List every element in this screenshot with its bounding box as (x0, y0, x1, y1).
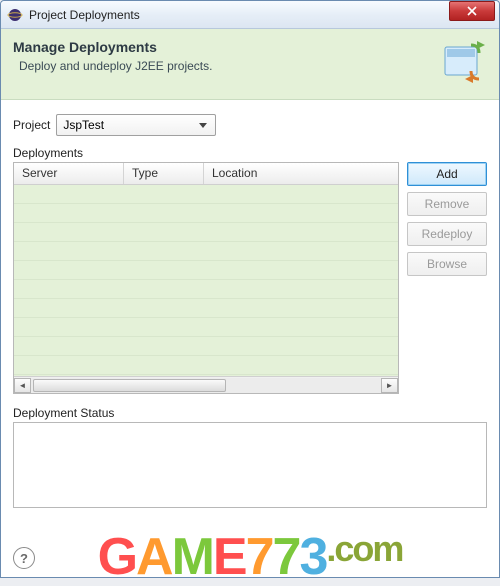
eclipse-icon (7, 7, 23, 23)
deployments-table[interactable]: Server Type Location ◄ (13, 162, 399, 394)
table-row (14, 356, 398, 375)
table-row (14, 204, 398, 223)
deployments-area: Server Type Location ◄ (13, 162, 487, 394)
horizontal-scrollbar[interactable]: ◄ ► (14, 376, 398, 393)
status-textarea[interactable] (13, 422, 487, 508)
footer: ? (13, 537, 487, 569)
action-buttons: Add Remove Redeploy Browse (407, 162, 487, 276)
scroll-right-arrow-icon[interactable]: ► (381, 378, 398, 393)
help-icon: ? (20, 551, 28, 566)
col-location[interactable]: Location (204, 163, 398, 184)
table-row (14, 337, 398, 356)
dialog-project-deployments: Project Deployments Manage Deployments D… (0, 0, 500, 578)
table-row (14, 242, 398, 261)
project-combo-value: JspTest (63, 118, 104, 132)
deployments-label: Deployments (13, 146, 487, 160)
redeploy-button[interactable]: Redeploy (407, 222, 487, 246)
chevron-down-icon (195, 117, 211, 133)
scroll-thumb[interactable] (33, 379, 226, 392)
scroll-left-arrow-icon[interactable]: ◄ (14, 378, 31, 393)
col-server[interactable]: Server (14, 163, 124, 184)
table-body[interactable] (14, 185, 398, 376)
content-area: Project JspTest Deployments Server Type … (1, 100, 499, 577)
close-button[interactable] (449, 1, 495, 21)
table-row (14, 261, 398, 280)
header-title: Manage Deployments (13, 39, 431, 55)
project-combo[interactable]: JspTest (56, 114, 216, 136)
project-row: Project JspTest (13, 114, 487, 136)
header-texts: Manage Deployments Deploy and undeploy J… (13, 39, 431, 73)
table-row (14, 280, 398, 299)
window-title: Project Deployments (29, 8, 140, 22)
table-row (14, 223, 398, 242)
project-label: Project (13, 118, 50, 132)
header-panel: Manage Deployments Deploy and undeploy J… (1, 29, 499, 100)
table-row (14, 299, 398, 318)
col-type[interactable]: Type (124, 163, 204, 184)
scroll-track[interactable] (31, 378, 381, 393)
status-label: Deployment Status (13, 406, 487, 420)
browse-button[interactable]: Browse (407, 252, 487, 276)
deploy-illustration-icon (431, 39, 487, 85)
table-row (14, 318, 398, 337)
titlebar[interactable]: Project Deployments (1, 1, 499, 29)
add-button[interactable]: Add (407, 162, 487, 186)
table-header: Server Type Location (14, 163, 398, 185)
table-row (14, 185, 398, 204)
close-icon (467, 6, 477, 16)
remove-button[interactable]: Remove (407, 192, 487, 216)
header-subtitle: Deploy and undeploy J2EE projects. (19, 59, 431, 73)
help-button[interactable]: ? (13, 547, 35, 569)
